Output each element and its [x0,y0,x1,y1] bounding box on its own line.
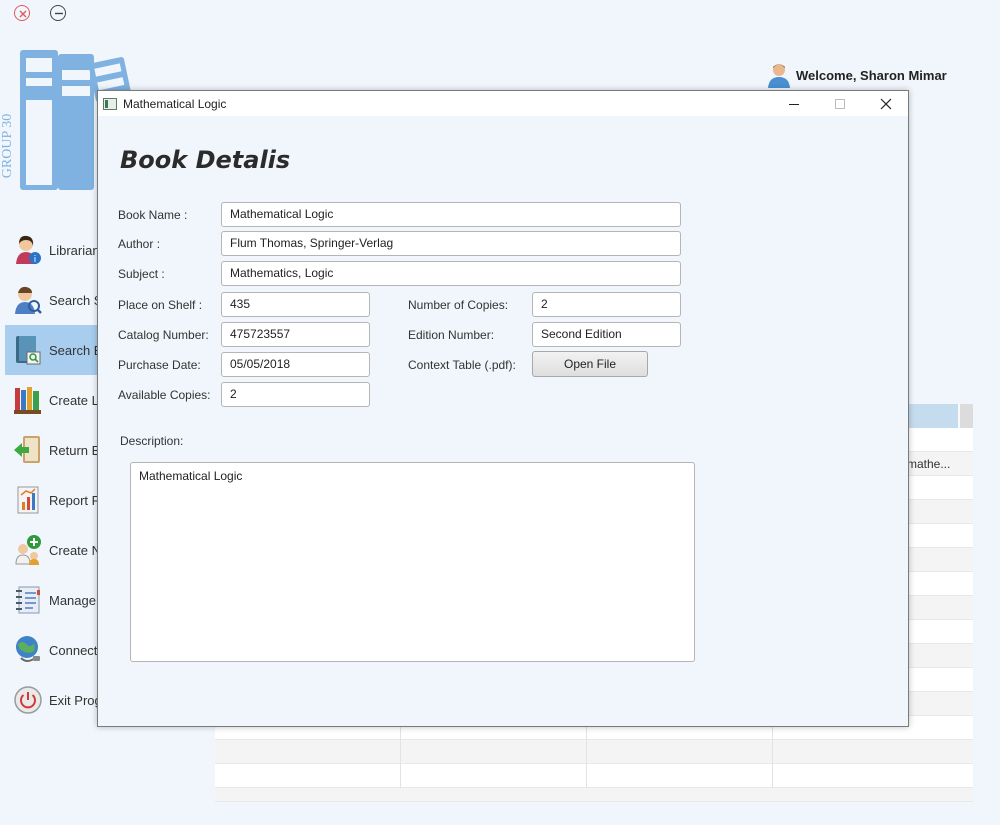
sidebar-item-label: Manage ( [49,592,97,608]
place-on-shelf-label: Place on Shelf : [118,298,203,312]
app-minimize-button[interactable] [50,5,66,21]
table-row[interactable] [215,764,973,788]
sidebar-item-exit[interactable]: Exit Progr [5,675,97,725]
dialog-title: Mathematical Logic [123,96,227,111]
place-on-shelf-field[interactable]: 435 [221,292,370,317]
sidebar-item-search-book[interactable]: Search Bo [5,325,97,375]
sidebar-item-librarian[interactable]: i Librarian [5,225,97,275]
table-cell [401,764,587,788]
sidebar-item-label: Return Bo [49,442,97,458]
app-close-button[interactable] [14,5,30,21]
welcome-text: Welcome, Sharon Mimar [796,67,947,83]
table-cell [401,740,587,764]
table-header-corner [960,404,973,428]
number-of-copies-field[interactable]: 2 [532,292,681,317]
edition-number-label: Edition Number: [408,328,495,342]
books-shelf-icon [14,387,41,414]
search-user-icon [15,286,42,314]
window-app-icon [103,97,117,110]
table-cell [587,740,773,764]
book-name-label: Book Name : [118,208,188,222]
create-user-icon [15,535,41,565]
report-chart-icon [17,486,39,514]
purchase-date-field[interactable]: 05/05/2018 [221,352,370,377]
sidebar-item-label: Connecti [49,642,97,658]
table-row[interactable] [215,740,973,764]
minimize-icon [55,12,63,15]
minimize-icon [789,103,799,105]
power-icon [14,686,42,714]
sidebar-item-label: Create Ne [49,542,97,558]
sidebar-item-search-subscriber[interactable]: Search Su [5,275,97,325]
sidebar-item-label: Librarian [49,242,97,258]
book-details-dialog: Mathematical Logic Book Detalis Book Nam… [97,90,909,727]
subject-field[interactable]: Mathematics, Logic [221,261,681,286]
sidebar-item-manage[interactable]: Manage ( [5,575,97,625]
table-cell [587,764,773,788]
catalog-number-field[interactable]: 475723557 [221,322,370,347]
sidebar-item-label: Exit Progr [49,692,97,708]
connection-globe-icon [16,636,40,662]
dialog-close-button[interactable] [863,91,909,116]
book-name-field[interactable]: Mathematical Logic [221,202,681,227]
open-file-button[interactable]: Open File [532,351,648,377]
search-book-icon [16,336,41,365]
return-book-icon [14,436,40,463]
logo-text: GROUP 30 [0,113,16,179]
sidebar-item-create-loan[interactable]: Create Lo [5,375,97,425]
table-cell [215,764,401,788]
description-textarea[interactable]: Mathematical Logic [130,462,695,662]
dialog-maximize-button[interactable] [817,91,863,116]
edition-number-field[interactable]: Second Edition [532,322,681,347]
sidebar-item-return-book[interactable]: Return Bo [5,425,97,475]
maximize-icon [835,98,845,109]
sidebar-item-report[interactable]: Report Fa [5,475,97,525]
sidebar-item-label: Search Su [49,292,97,308]
table-row[interactable] [215,788,973,802]
sidebar-item-create-new[interactable]: Create Ne [5,525,97,575]
table-cell-text: mathe... [907,457,951,471]
description-label: Description: [120,434,184,448]
welcome-banner: Welcome, Sharon Mimar [766,62,947,88]
dialog-heading: Book Detalis [120,146,291,174]
close-icon [880,98,892,109]
author-label: Author : [118,237,161,251]
purchase-date-label: Purchase Date: [118,358,201,372]
author-field[interactable]: Flum Thomas, Springer-Verlag [221,231,681,256]
sidebar-item-label: Create Lo [49,392,97,408]
sidebar-item-connection[interactable]: Connecti [5,625,97,675]
notebook-icon [16,586,40,614]
sidebar-item-label: Search Bo [49,342,97,358]
number-of-copies-label: Number of Copies: [408,298,509,312]
context-table-label: Context Table (.pdf): [408,358,516,372]
svg-text:i: i [34,255,37,265]
dialog-minimize-button[interactable] [771,91,817,116]
librarian-info-icon: i [16,235,41,265]
table-cell [215,740,401,764]
available-copies-label: Available Copies: [118,388,211,402]
catalog-number-label: Catalog Number: [118,328,209,342]
dialog-titlebar[interactable]: Mathematical Logic [98,91,908,116]
sidebar-item-label: Report Fa [49,492,97,508]
user-avatar-icon [768,64,790,88]
close-icon [19,10,27,18]
sidebar: i Librarian Search Su Search Bo Create L… [5,225,97,725]
subject-label: Subject : [118,267,165,281]
available-copies-field[interactable]: 2 [221,382,370,407]
